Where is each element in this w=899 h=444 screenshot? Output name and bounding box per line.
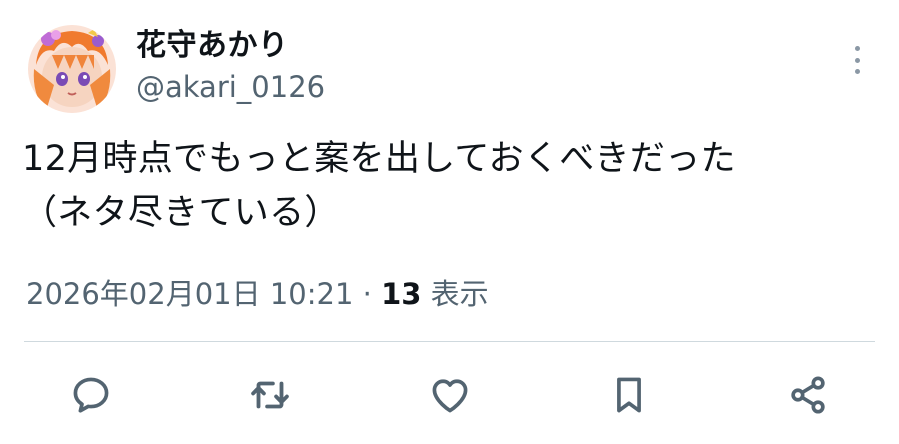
views-label[interactable]: 表示 [431,277,489,311]
tweet-detail: 花守あかり @akari_0126 12月時点でもっと案を出しておくべきだった … [0,0,899,444]
avatar-image [28,25,116,113]
reply-button[interactable] [67,371,115,419]
user-handle[interactable]: @akari_0126 [136,68,325,106]
like-button[interactable] [426,371,474,419]
tweet-text-line-2: （ネタ尽きている） [22,193,340,233]
reply-icon [73,377,109,413]
display-name[interactable]: 花守あかり [136,26,289,66]
retweet-icon [251,381,289,409]
more-options-icon[interactable] [846,44,868,76]
bookmark-icon [617,377,641,413]
retweet-button[interactable] [246,371,294,419]
avatar[interactable] [28,25,116,113]
timestamp[interactable]: 2026年02月01日 10:21 [26,277,353,311]
tweet-meta: 2026年02月01日 10:21 · 13 表示 [26,274,489,314]
like-icon [432,379,468,413]
tweet-text: 12月時点でもっと案を出しておくべきだった （ネタ尽きている） [22,132,736,240]
views-count[interactable]: 13 [381,277,421,311]
bookmark-button[interactable] [605,371,653,419]
tweet-text-line-1: 12月時点でもっと案を出しておくべきだった [22,139,736,179]
share-icon [791,376,825,414]
meta-separator: · [362,277,372,311]
share-button[interactable] [784,371,832,419]
divider [24,341,875,342]
